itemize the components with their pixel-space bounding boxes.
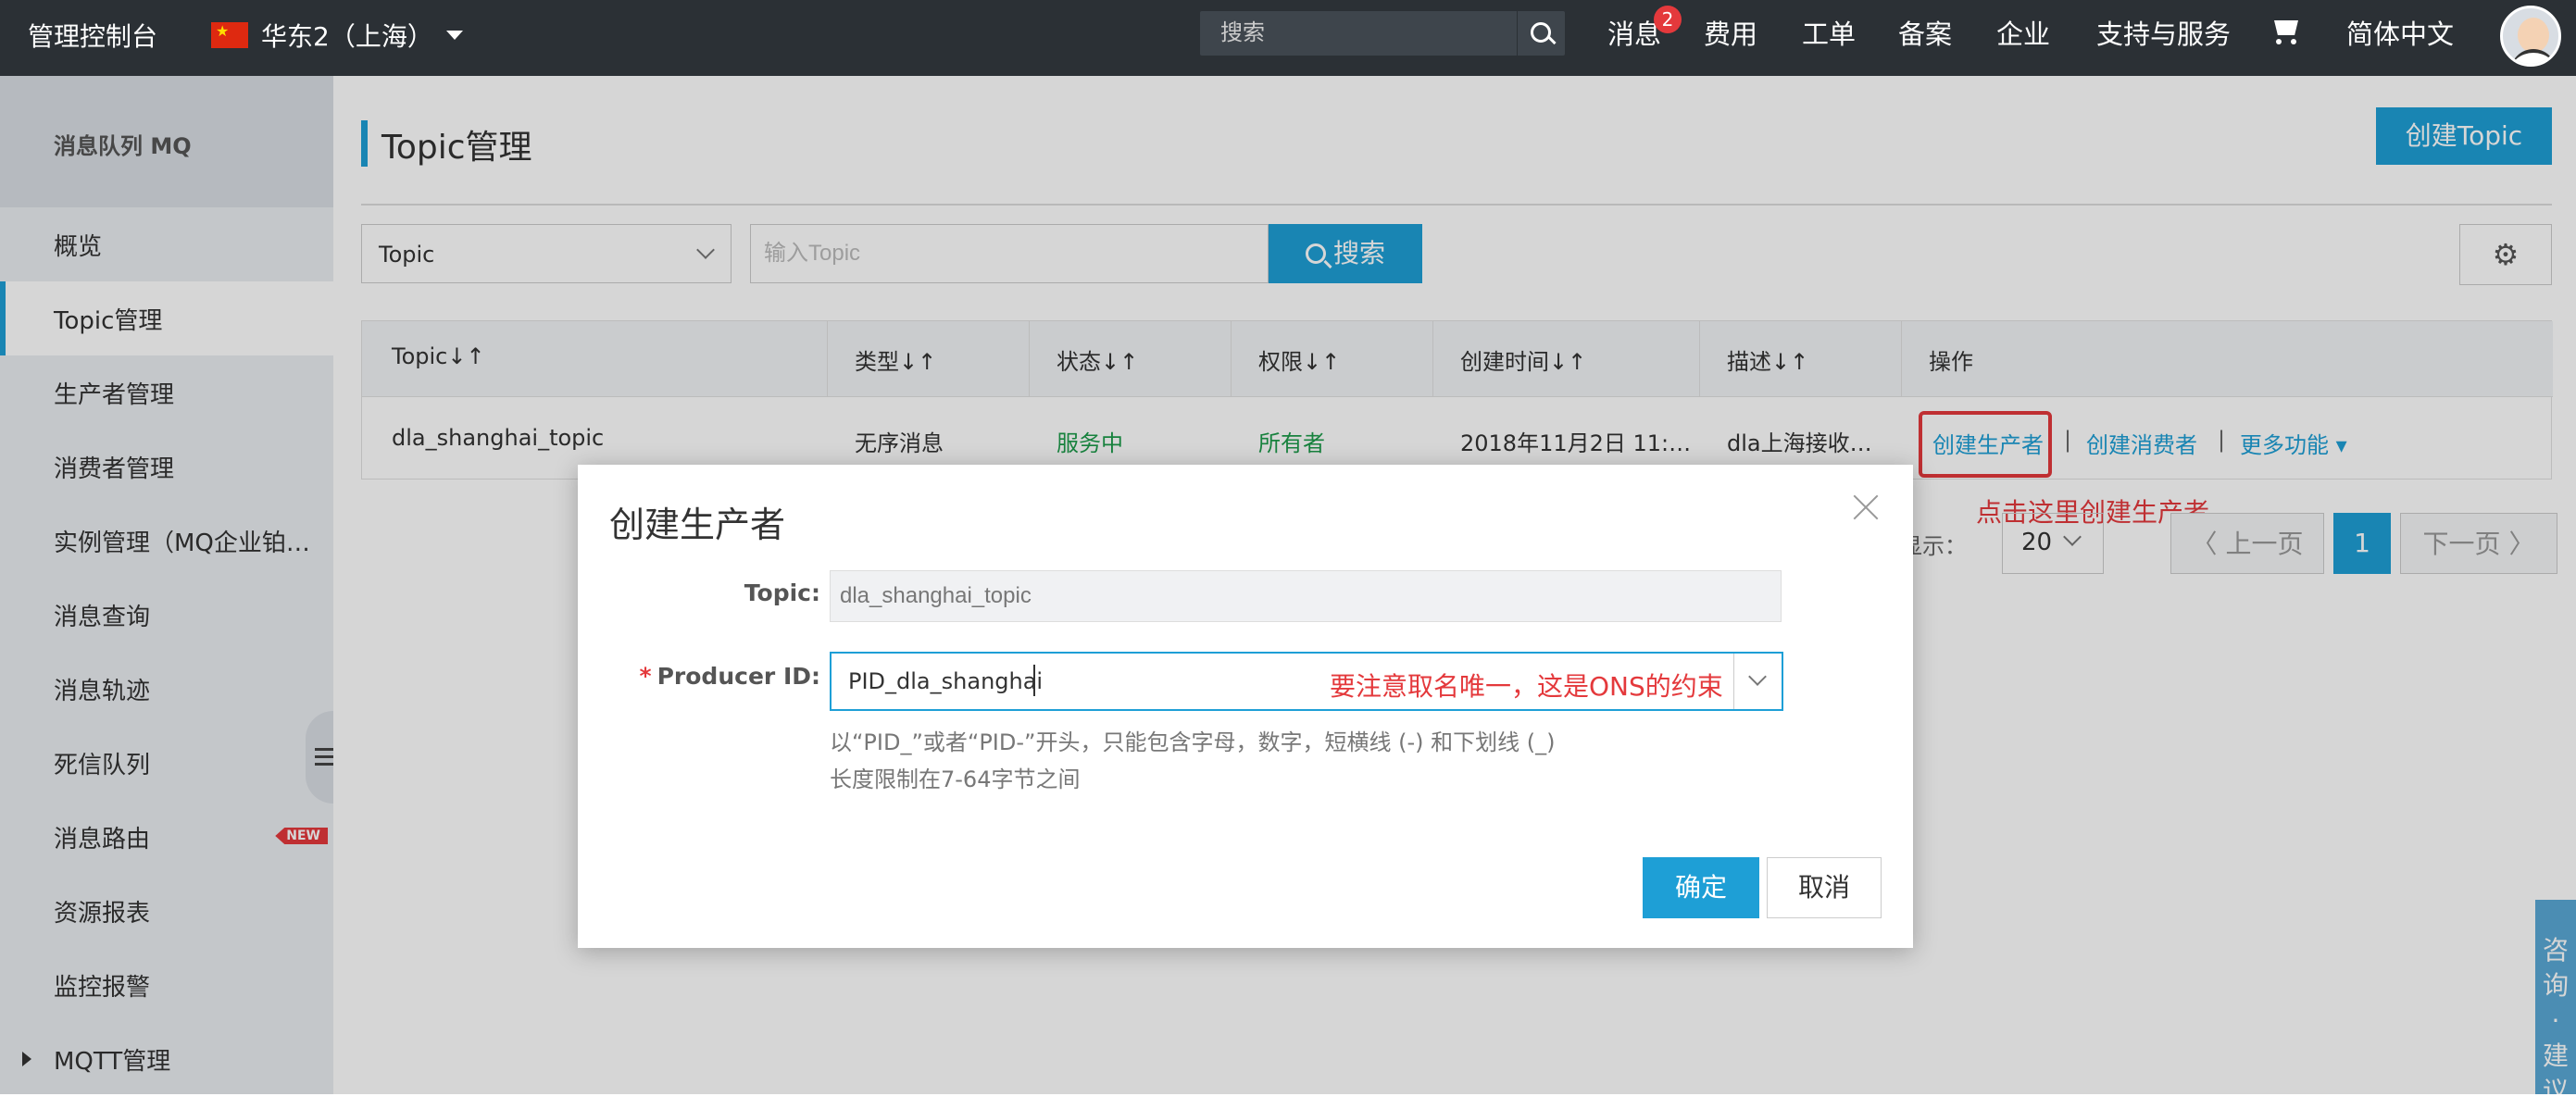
region-label: 华东2（上海）	[261, 21, 433, 52]
text-cursor	[1033, 665, 1035, 696]
topic-label: Topic:	[744, 579, 820, 606]
chevron-down-icon	[1748, 667, 1767, 686]
producer-id-value: PID_dla_shanghai	[848, 668, 1044, 694]
cancel-button[interactable]: 取消	[1767, 857, 1882, 918]
nav-enterprise[interactable]: 企业	[1996, 13, 2050, 52]
console-home-link[interactable]: 管理控制台	[28, 17, 157, 54]
annotation-unique-name: 要注意取名唯一，这是ONS的约束	[1330, 671, 1723, 702]
producer-id-label: * Producer ID:	[639, 663, 820, 690]
dialog-title: 创建生产者	[609, 505, 786, 545]
nav-tickets[interactable]: 工单	[1802, 13, 1856, 52]
search-icon[interactable]	[1517, 11, 1565, 56]
length-hint: 长度限制在7-64字节之间	[830, 766, 1081, 792]
nav-icp[interactable]: 备案	[1898, 13, 1952, 52]
nav-language[interactable]: 简体中文	[2346, 13, 2454, 52]
global-search	[1200, 11, 1565, 56]
top-bar: 管理控制台 华东2（上海） 消息 2 费用 工单 备案 企业 支持与服务 简体中…	[0, 0, 2576, 76]
chevron-down-icon	[445, 31, 463, 40]
close-icon[interactable]	[1850, 491, 1883, 524]
confirm-button[interactable]: 确定	[1643, 857, 1759, 918]
cart-icon[interactable]	[2270, 19, 2302, 46]
global-search-input[interactable]	[1200, 11, 1515, 56]
producer-id-dropdown[interactable]	[1733, 654, 1782, 709]
producer-id-hint: 以“PID_”或者“PID-”开头，只能包含字母，数字，短横线 (-) 和下划线…	[830, 729, 1556, 755]
producer-id-field[interactable]: PID_dla_shanghai 要注意取名唯一，这是ONS的约束	[830, 652, 1783, 711]
nav-support[interactable]: 支持与服务	[2096, 13, 2231, 52]
china-flag-icon	[211, 22, 248, 48]
message-count-badge: 2	[1654, 6, 1682, 33]
region-selector[interactable]: 华东2（上海）	[211, 17, 463, 54]
nav-billing[interactable]: 费用	[1704, 13, 1757, 52]
topic-field	[830, 570, 1782, 622]
create-producer-dialog: 创建生产者 Topic: *Producer ID: PID_dla_shang…	[578, 465, 1913, 948]
user-avatar[interactable]	[2500, 6, 2561, 67]
